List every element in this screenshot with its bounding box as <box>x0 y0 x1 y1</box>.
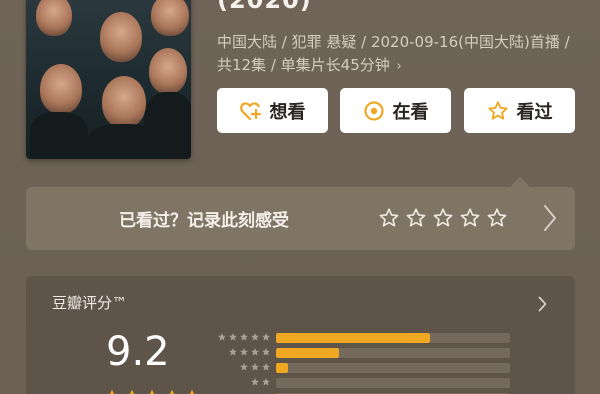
distribution-stars <box>217 332 271 342</box>
rate-star-icon[interactable] <box>459 207 481 229</box>
distribution-stars <box>239 362 271 372</box>
distribution-row-5-star <box>206 333 510 343</box>
distribution-row-3-star <box>206 363 510 373</box>
rate-star-icon[interactable] <box>405 207 427 229</box>
rate-star-icon[interactable] <box>486 207 508 229</box>
star-filled-icon <box>107 389 117 394</box>
distribution-bar-track <box>276 363 510 373</box>
star-filled-icon <box>187 389 197 394</box>
rating-score: 9.2 <box>106 329 170 375</box>
star-small-icon <box>251 363 259 371</box>
score-stars <box>104 388 200 394</box>
movie-detail-page: (2020) 中国大陆 / 犯罪 悬疑 / 2020-09-16(中国大陆)首播… <box>0 0 600 394</box>
star-small-icon <box>240 348 248 356</box>
distribution-stars <box>250 377 271 387</box>
distribution-bar-fill <box>276 333 431 343</box>
star-filled-icon <box>127 389 137 394</box>
star-outline-icon <box>487 100 509 122</box>
distribution-row-2-star <box>206 378 510 388</box>
release-year: (2020) <box>217 0 312 14</box>
watched-button[interactable]: 看过 <box>464 88 575 133</box>
distribution-bar-track <box>276 333 510 343</box>
seen-record-card[interactable]: 已看过？记录此刻感受 <box>26 187 575 250</box>
distribution-bar-fill <box>276 348 340 358</box>
heart-plus-icon <box>239 101 262 121</box>
star-filled-icon <box>147 389 157 394</box>
distribution-stars <box>228 347 271 357</box>
poster-image[interactable] <box>26 0 191 159</box>
star-small-icon <box>262 333 270 341</box>
rate-star-icon[interactable] <box>378 207 400 229</box>
star-small-icon <box>229 333 237 341</box>
star-small-icon <box>218 333 226 341</box>
star-filled-icon <box>167 389 177 394</box>
pointer-caret <box>510 177 530 187</box>
distribution-bar-track <box>276 348 510 358</box>
star-small-icon <box>240 333 248 341</box>
rate-stars[interactable] <box>378 207 508 229</box>
chevron-right-icon[interactable] <box>543 204 557 232</box>
seen-prompt-text: 已看过？记录此刻感受 <box>119 211 289 231</box>
distribution-bar-fill <box>276 363 288 373</box>
rating-title: 豆瓣评分™ <box>52 294 128 312</box>
star-small-icon <box>251 378 259 386</box>
douban-rating-card[interactable]: 豆瓣评分™ 9.2 <box>26 276 575 394</box>
chevron-right-icon: › <box>396 59 402 74</box>
watching-button[interactable]: 在看 <box>340 88 451 133</box>
watching-label: 在看 <box>392 101 429 123</box>
rate-star-icon[interactable] <box>432 207 454 229</box>
star-small-icon <box>251 348 259 356</box>
star-small-icon <box>262 378 270 386</box>
star-small-icon <box>229 348 237 356</box>
meta-info[interactable]: 中国大陆 / 犯罪 悬疑 / 2020-09-16(中国大陆)首播 / 共12集… <box>217 31 577 78</box>
star-small-icon <box>251 333 259 341</box>
star-small-icon <box>262 348 270 356</box>
circle-dot-icon <box>363 100 385 122</box>
star-small-icon <box>262 363 270 371</box>
distribution-bar-track <box>276 378 510 388</box>
distribution-row-4-star <box>206 348 510 358</box>
meta-text: 中国大陆 / 犯罪 悬疑 / 2020-09-16(中国大陆)首播 / 共12集… <box>217 33 570 74</box>
star-small-icon <box>240 363 248 371</box>
chevron-right-icon[interactable] <box>538 296 547 312</box>
want-to-watch-label: 想看 <box>269 101 306 123</box>
watched-label: 看过 <box>516 101 553 123</box>
want-to-watch-button[interactable]: 想看 <box>217 88 328 133</box>
